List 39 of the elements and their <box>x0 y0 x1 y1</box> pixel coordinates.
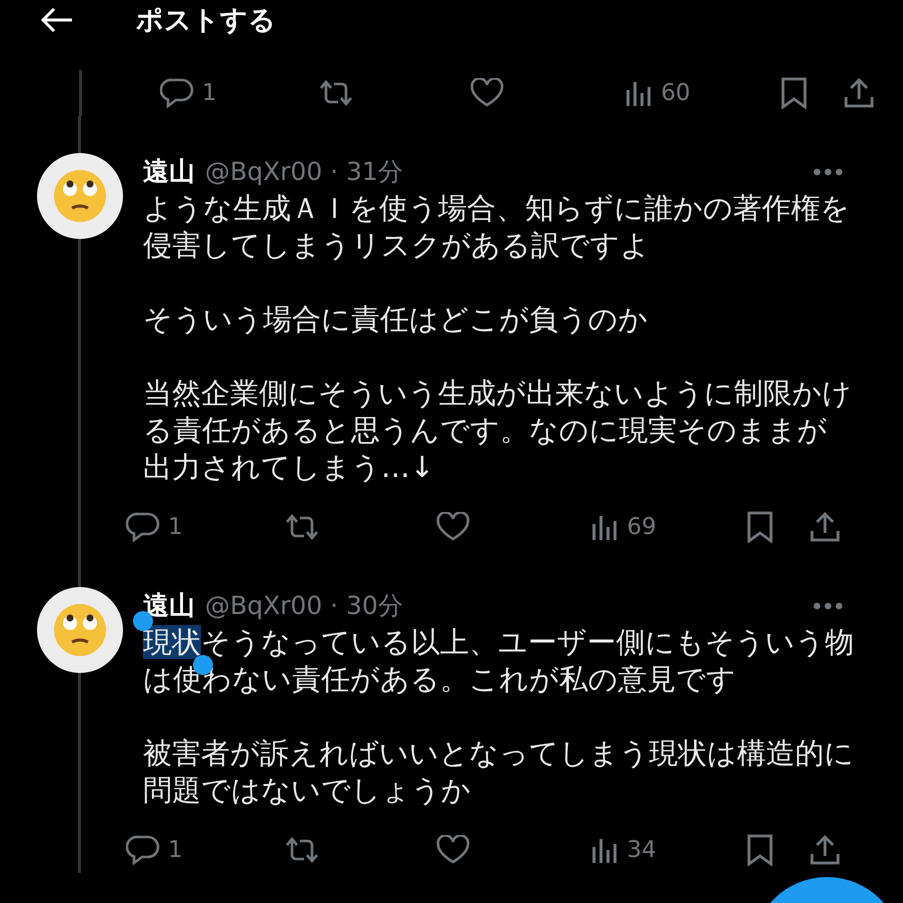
reply-count: 1 <box>168 514 183 540</box>
post-text: そういう場合に責任はどこが負うのか <box>143 301 649 338</box>
post-text: 現状そうなっている以上、ユーザー側にもそういう物は使わない責任がある。これが私の意見です <box>143 624 855 698</box>
reply-count: 1 <box>202 80 217 106</box>
share-icon[interactable] <box>809 834 841 866</box>
bookmark-icon[interactable] <box>746 834 774 866</box>
bookmark-icon[interactable] <box>746 511 774 543</box>
view-count: 34 <box>627 837 656 863</box>
reply-icon[interactable] <box>126 835 160 865</box>
views-icon[interactable] <box>591 837 619 863</box>
post-text: 当然企業側にそういう生成が出来ないように制限かける責任があると思うんです。なのに現実そのままが出力されてしまう…↓ <box>143 375 853 486</box>
heart-icon[interactable] <box>470 78 504 108</box>
author-name[interactable]: 遠山 <box>143 154 195 189</box>
post-text: 被害者が訴えればいいとなってしまう現状は構造的に問題ではないでしょうか <box>143 735 855 809</box>
avatar[interactable] <box>36 587 122 673</box>
post-meta: @BqXr00 · 31分 <box>205 156 403 188</box>
page-title: ポストする <box>136 4 276 38</box>
more-icon[interactable] <box>813 168 843 176</box>
share-icon[interactable] <box>809 511 841 543</box>
repost-icon[interactable] <box>284 836 320 864</box>
post-meta: @BqXr00 · 30分 <box>205 590 403 622</box>
reply-icon[interactable] <box>160 78 194 108</box>
view-count: 60 <box>661 80 690 106</box>
share-icon[interactable] <box>843 77 875 109</box>
reply-count: 1 <box>168 837 183 863</box>
bookmark-icon[interactable] <box>780 77 808 109</box>
repost-icon[interactable] <box>318 79 354 107</box>
avatar[interactable] <box>36 153 122 239</box>
more-icon[interactable] <box>813 602 843 610</box>
author-name[interactable]: 遠山 <box>143 588 195 623</box>
repost-icon[interactable] <box>284 513 320 541</box>
heart-icon[interactable] <box>436 512 470 542</box>
views-icon[interactable] <box>625 80 653 106</box>
heart-icon[interactable] <box>436 835 470 865</box>
views-icon[interactable] <box>591 514 619 540</box>
view-count: 69 <box>627 514 656 540</box>
back-arrow-icon[interactable] <box>40 7 74 33</box>
post-text: ような生成ＡＩを使う場合、知らずに誰かの著作権を侵害してしまうリスクがある訳ですよ <box>143 190 851 264</box>
reply-icon[interactable] <box>126 512 160 542</box>
